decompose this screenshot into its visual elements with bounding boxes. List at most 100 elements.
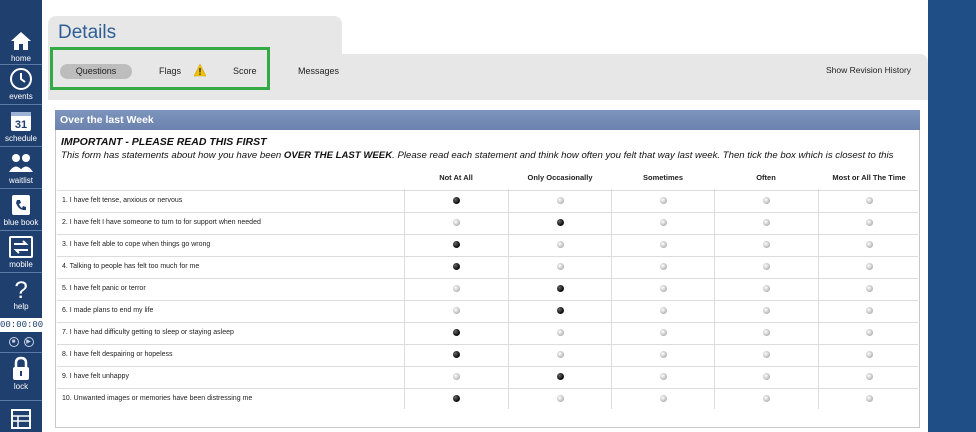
nav-mobile[interactable]: mobile xyxy=(0,234,42,270)
nav-events[interactable]: events xyxy=(0,66,42,102)
answer-radio[interactable] xyxy=(762,285,770,292)
nav-waitlist[interactable]: waitlist xyxy=(0,150,42,186)
answer-radio[interactable] xyxy=(556,351,564,358)
answer-radio-selected[interactable] xyxy=(452,329,460,336)
answer-radio-selected[interactable] xyxy=(556,373,564,380)
question-row xyxy=(57,366,918,388)
nav-lock-label: lock xyxy=(13,382,29,391)
nav-schedule[interactable]: 31 schedule xyxy=(0,108,42,144)
question-label: 3. I have felt able to cope when things … xyxy=(62,241,211,248)
answer-radio[interactable] xyxy=(762,307,770,314)
answer-radio[interactable] xyxy=(865,351,873,358)
question-label: 1. I have felt tense, anxious or nervous xyxy=(62,197,183,204)
timer-stop-button[interactable]: ■ xyxy=(8,337,19,347)
answer-radio[interactable] xyxy=(762,351,770,358)
instructions-text: This form has statements about how you h… xyxy=(61,150,921,161)
nav-home[interactable]: home xyxy=(0,28,42,64)
answer-radio[interactable] xyxy=(762,373,770,380)
answer-radio-selected[interactable] xyxy=(452,197,460,204)
answer-radio-selected[interactable] xyxy=(556,307,564,314)
answer-radio[interactable] xyxy=(452,307,460,314)
people-icon xyxy=(6,150,36,176)
question-label: 6. I made plans to end my life xyxy=(62,307,154,314)
show-revision-history-link[interactable]: Show Revision History xyxy=(826,64,911,76)
right-side-panel xyxy=(928,0,976,432)
answer-radio[interactable] xyxy=(659,351,667,358)
answer-radio-selected[interactable] xyxy=(556,219,564,226)
instructions-post: . Please read each statement and think h… xyxy=(392,150,894,161)
nav-mobile-label: mobile xyxy=(9,260,33,269)
nav-divider xyxy=(0,230,42,231)
answer-radio[interactable] xyxy=(762,263,770,270)
answer-radio[interactable] xyxy=(659,263,667,270)
nav-divider xyxy=(0,104,42,105)
answer-radio[interactable] xyxy=(556,241,564,248)
nav-schedule-label: schedule xyxy=(4,134,38,143)
answer-radio[interactable] xyxy=(865,307,873,314)
answer-radio[interactable] xyxy=(659,219,667,226)
question-label: 4. Talking to people has felt too much f… xyxy=(62,263,200,270)
nav-divider xyxy=(0,188,42,189)
answer-radio[interactable] xyxy=(865,373,873,380)
home-icon xyxy=(6,28,36,54)
answer-radio[interactable] xyxy=(762,241,770,248)
sync-icon xyxy=(6,234,36,260)
nav-events-label: events xyxy=(9,92,33,101)
nav-divider xyxy=(0,400,42,401)
question-label: 8. I have felt despairing or hopeless xyxy=(62,351,173,358)
answer-radio-selected[interactable] xyxy=(452,241,460,248)
nav-list[interactable] xyxy=(0,406,42,432)
answer-radio[interactable] xyxy=(659,285,667,292)
answer-radio[interactable] xyxy=(556,197,564,204)
answer-radio[interactable] xyxy=(659,329,667,336)
answer-radio[interactable] xyxy=(865,395,873,402)
answer-radio-selected[interactable] xyxy=(452,351,460,358)
answer-radio[interactable] xyxy=(556,395,564,402)
answer-radio[interactable] xyxy=(762,197,770,204)
question-row xyxy=(57,344,918,366)
answer-radio-selected[interactable] xyxy=(556,285,564,292)
answer-radio[interactable] xyxy=(865,285,873,292)
lock-icon xyxy=(6,356,36,382)
nav-lock[interactable]: lock xyxy=(0,356,42,392)
answer-radio-selected[interactable] xyxy=(452,395,460,402)
answer-radio[interactable] xyxy=(556,263,564,270)
answer-radio[interactable] xyxy=(659,395,667,402)
nav-blue-book-label: blue book xyxy=(3,218,39,227)
answer-radio[interactable] xyxy=(659,197,667,204)
timer-play-button[interactable]: ▶ xyxy=(23,337,34,347)
answer-radio[interactable] xyxy=(865,263,873,270)
sidebar: home events 31 schedule waitlist blue bo… xyxy=(0,0,43,432)
question-label: 5. I have felt panic or terror xyxy=(62,285,146,292)
answer-radio[interactable] xyxy=(659,373,667,380)
column-header: Not At All xyxy=(439,173,473,182)
question-row xyxy=(57,300,918,322)
answer-radio[interactable] xyxy=(762,329,770,336)
answer-radio[interactable] xyxy=(452,285,460,292)
instructions-pre: This form has statements about how you h… xyxy=(61,150,284,161)
nav-waitlist-label: waitlist xyxy=(8,176,33,185)
answer-radio[interactable] xyxy=(556,329,564,336)
answer-radio[interactable] xyxy=(762,219,770,226)
answer-radio[interactable] xyxy=(865,329,873,336)
answer-radio[interactable] xyxy=(659,241,667,248)
column-header: Often xyxy=(756,173,776,182)
answer-radio-selected[interactable] xyxy=(452,263,460,270)
nav-help[interactable]: ? help xyxy=(0,276,42,312)
tab-messages[interactable]: Messages xyxy=(298,64,339,79)
answer-radio[interactable] xyxy=(865,241,873,248)
nav-help-label: help xyxy=(13,302,29,311)
answer-radio[interactable] xyxy=(659,307,667,314)
timer-controls: ■ ▶ xyxy=(0,335,42,349)
nav-blue-book[interactable]: blue book xyxy=(0,192,42,228)
answer-radio[interactable] xyxy=(452,219,460,226)
answer-radio[interactable] xyxy=(865,197,873,204)
answer-radio[interactable] xyxy=(762,395,770,402)
nav-divider xyxy=(0,64,42,65)
section-header xyxy=(55,110,920,130)
answer-radio[interactable] xyxy=(865,219,873,226)
phone-book-icon xyxy=(6,192,36,218)
answer-radio[interactable] xyxy=(452,373,460,380)
page-title: Details xyxy=(58,22,117,43)
nav-divider xyxy=(0,272,42,273)
